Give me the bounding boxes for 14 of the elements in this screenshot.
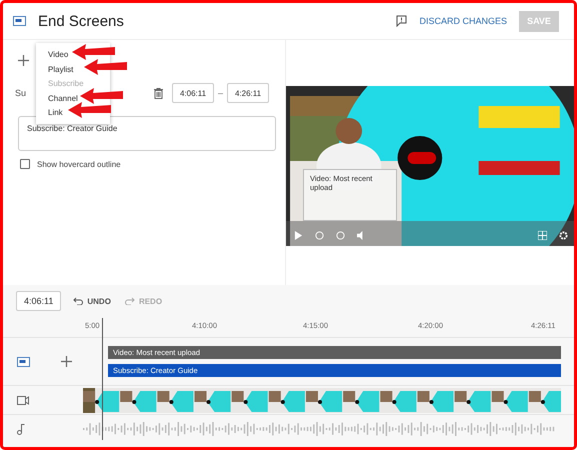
menu-item[interactable]: Link (48, 108, 63, 117)
menu-item[interactable]: Playlist (48, 64, 74, 74)
current-time: 4:06:11 (16, 291, 62, 311)
start-time-field[interactable]: 4:06:11 (172, 83, 214, 103)
menu-item[interactable]: Video (48, 50, 68, 59)
menu-item[interactable]: Channel (48, 94, 78, 102)
window-title: End Screens (38, 12, 125, 30)
element-label: Su (15, 88, 26, 98)
end-time-field[interactable]: 4:26:11 (227, 83, 270, 103)
element-field[interactable]: Subscribe: Creator Guide (18, 116, 276, 151)
undo-button[interactable]: UNDO (73, 296, 111, 306)
separator: – (218, 88, 224, 98)
checkbox-label: Show hovercard outline (37, 160, 121, 168)
discard-changes-button[interactable]: DISCARD CHANGES (419, 16, 507, 26)
